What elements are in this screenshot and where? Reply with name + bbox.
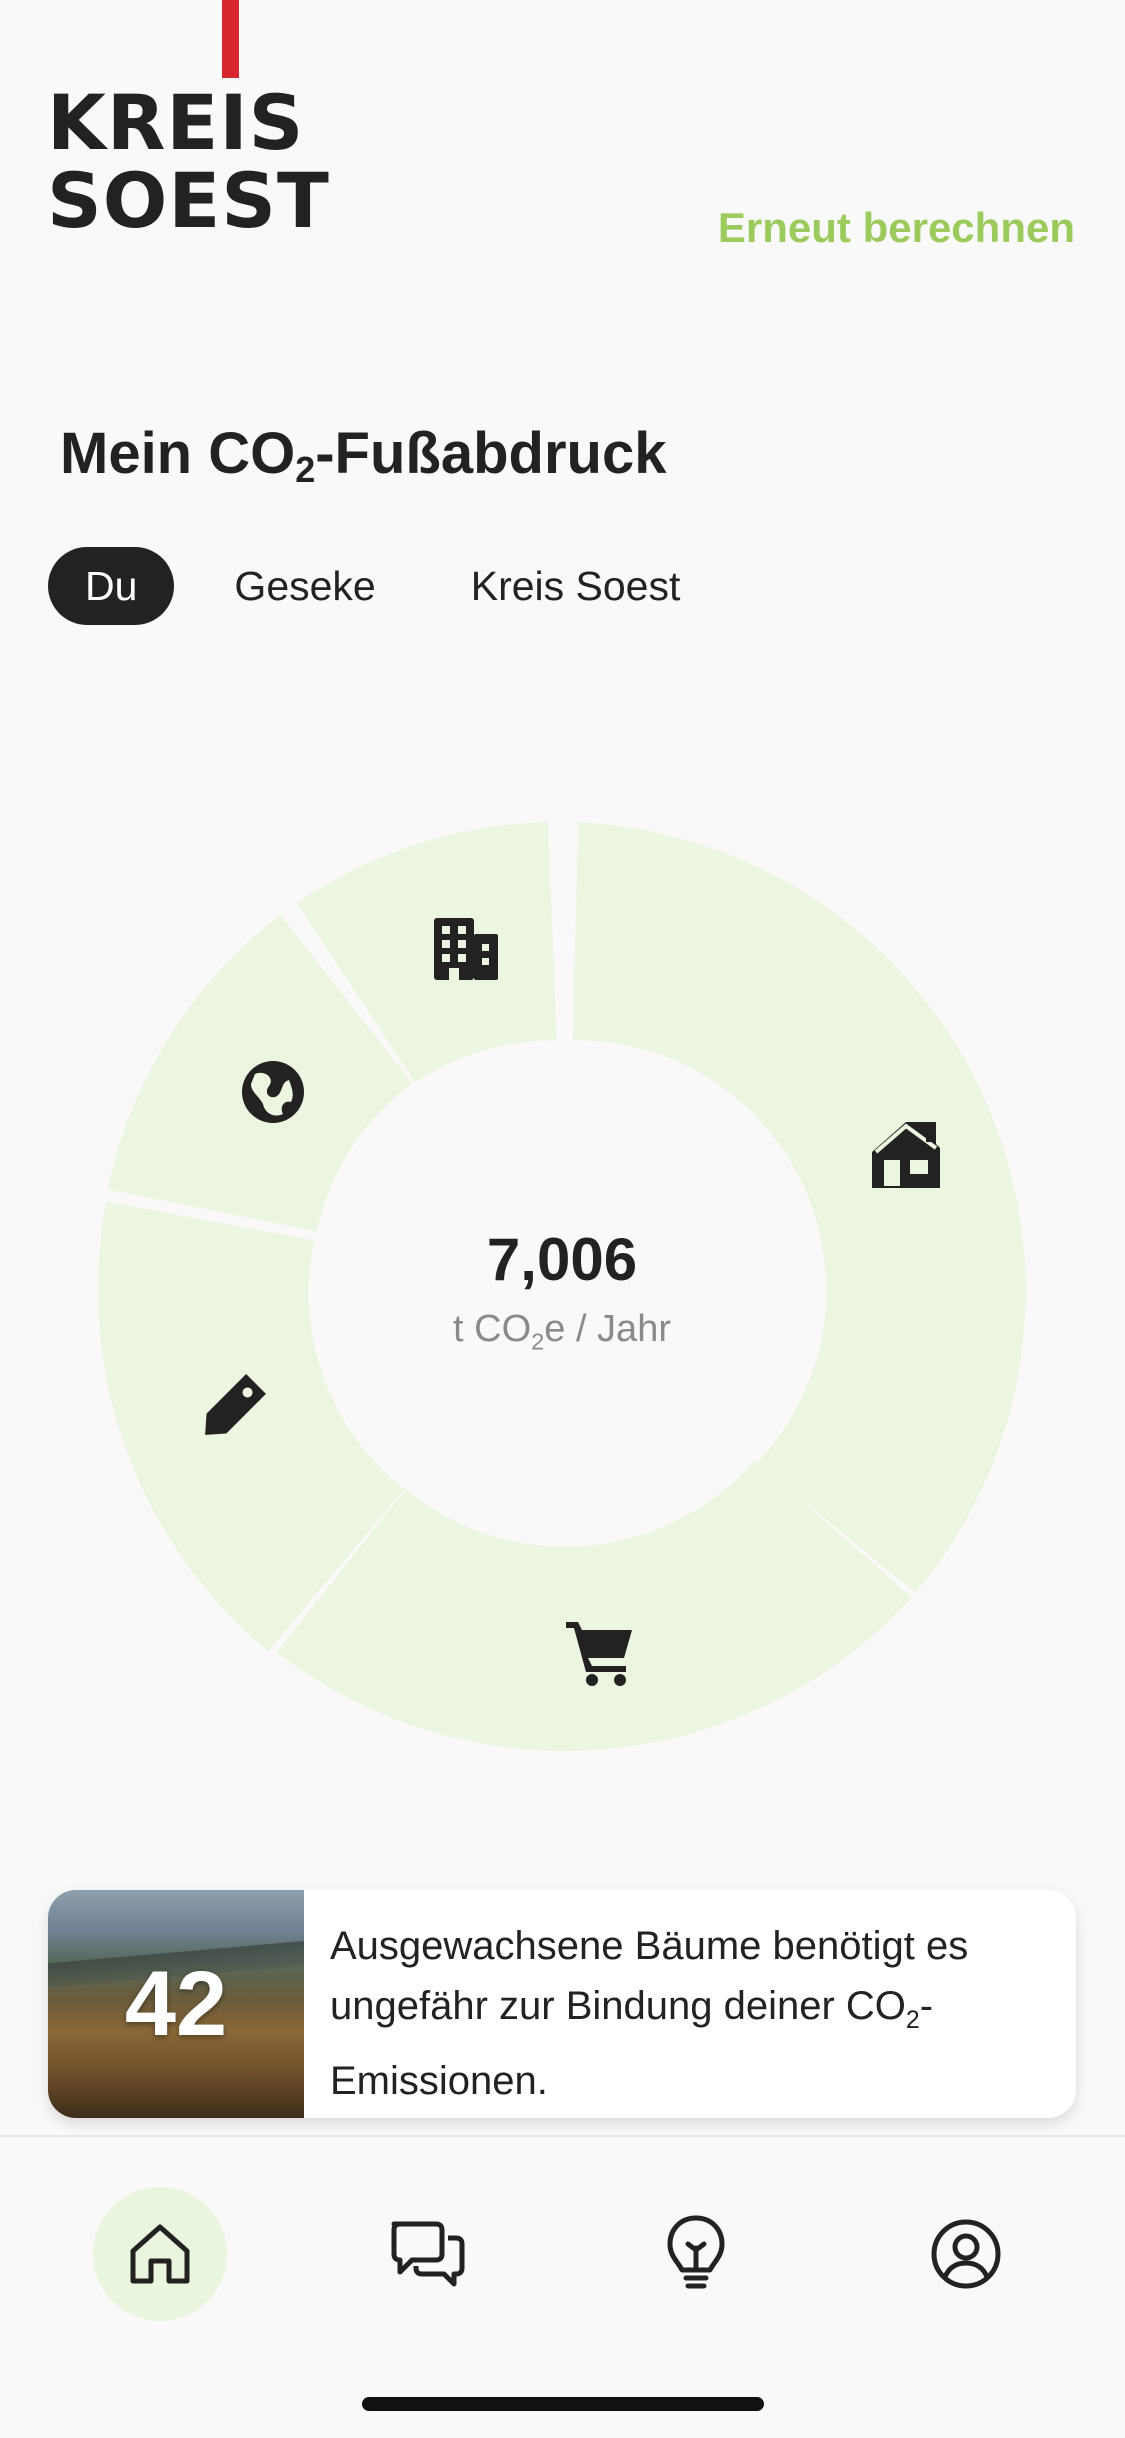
title-suffix: -Fußabdruck	[315, 421, 667, 486]
home-indicator	[362, 2397, 764, 2411]
lightbulb-icon	[667, 2215, 725, 2289]
segment-housing[interactable]	[572, 822, 1026, 1593]
trees-info-text: Ausgewachsene Bäume benötigt es ungefähr…	[330, 1916, 1060, 2111]
logo-line-1: KREIS	[47, 78, 305, 167]
trees-text-main: Ausgewachsene Bäume benötigt es ungefähr…	[330, 1924, 969, 2028]
tab-du[interactable]: Du	[48, 547, 175, 625]
home-icon	[130, 2224, 190, 2284]
nav-profile[interactable]	[899, 2187, 1033, 2321]
tab-geseke[interactable]: Geseke	[199, 547, 410, 625]
globe-icon	[242, 1061, 304, 1123]
trees-count: 42	[124, 1953, 228, 2055]
logo-red-bar	[222, 0, 239, 78]
nav-chat[interactable]	[361, 2187, 495, 2321]
title-subscript: 2	[295, 448, 316, 490]
chat-icon	[391, 2221, 465, 2287]
logo-line-2: SOEST	[47, 156, 330, 245]
chart-center-total: 7,006 t CO2e / Jahr	[312, 1225, 812, 1356]
unit-subscript: 2	[531, 1328, 545, 1355]
total-unit: t CO2e / Jahr	[312, 1308, 812, 1356]
title-prefix: Mein CO	[60, 421, 296, 486]
page-title: Mein CO2-Fußabdruck	[60, 420, 666, 491]
unit-suffix: e / Jahr	[544, 1308, 671, 1350]
total-value: 7,006	[486, 1226, 638, 1293]
unit-prefix: t CO	[453, 1308, 532, 1350]
trees-info-card[interactable]: 42 Ausgewachsene Bäume benötigt es ungef…	[48, 1890, 1076, 2118]
recalculate-button[interactable]: Erneut berechnen	[718, 204, 1075, 252]
kreis-soest-logo: KREIS SOEST	[47, 0, 329, 240]
scope-tabs: Du Geseke Kreis Soest	[48, 547, 740, 625]
tab-kreis-soest[interactable]: Kreis Soest	[436, 547, 716, 625]
bottom-navigation	[0, 2135, 1125, 2438]
nav-tips[interactable]	[629, 2187, 763, 2321]
trees-text-subscript: 2	[905, 2007, 920, 2034]
nav-home[interactable]	[93, 2187, 227, 2321]
profile-icon	[931, 2219, 1001, 2289]
